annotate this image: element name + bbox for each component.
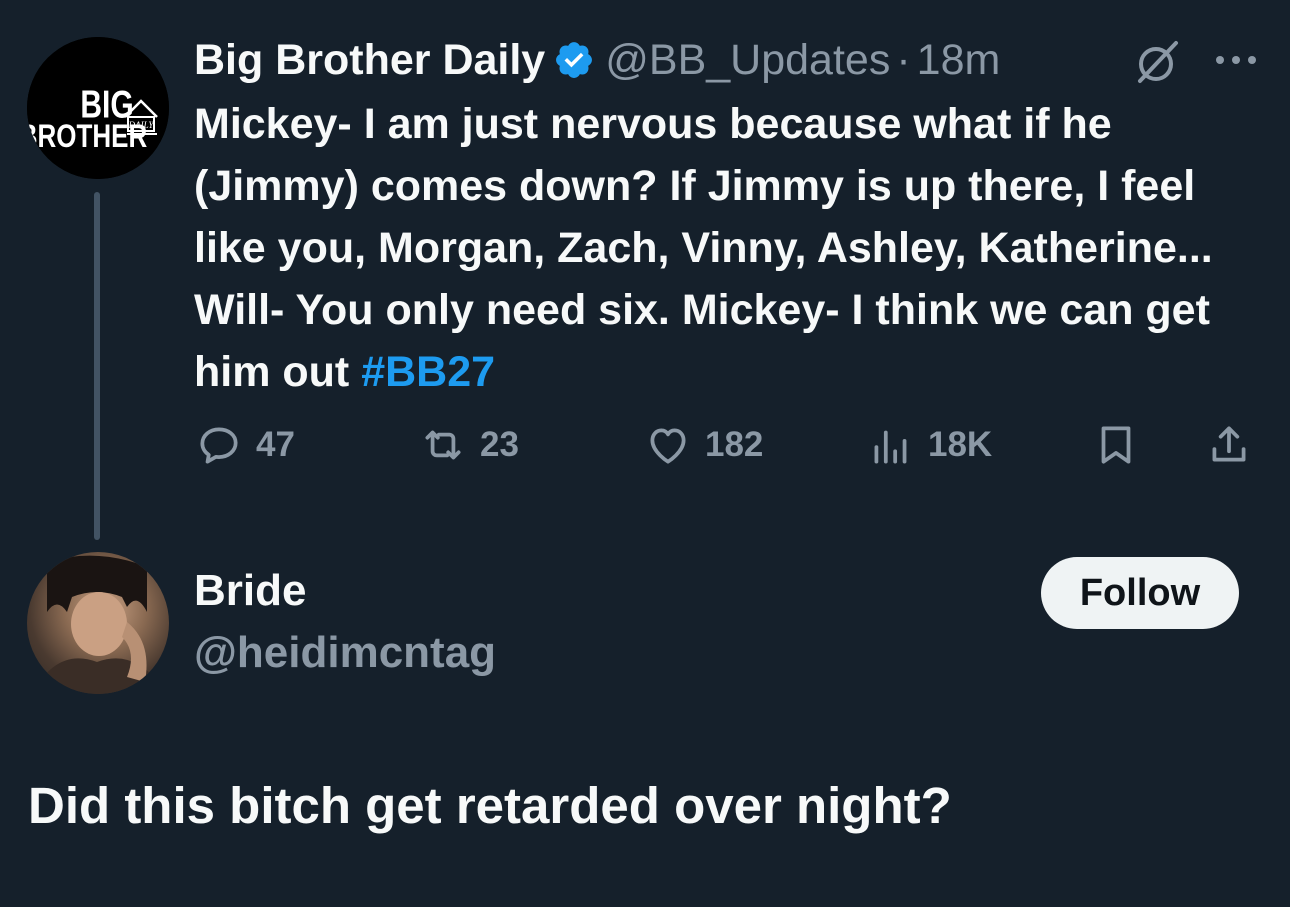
big-brother-logo: BIG BROTHER DAILY: [27, 37, 169, 179]
like-icon: [650, 428, 686, 464]
like-count: 182: [705, 425, 764, 464]
author-display-name[interactable]: Big Brother Daily: [194, 36, 545, 85]
bride-avatar[interactable]: [27, 552, 169, 694]
author-handle[interactable]: @BB_Updates: [605, 36, 890, 85]
verified-badge-icon: [556, 42, 593, 78]
reply-action[interactable]: 47: [194, 420, 295, 470]
bookmark-action[interactable]: [1091, 420, 1141, 470]
repost-count: 23: [480, 425, 519, 464]
profile-photo: [32, 555, 167, 694]
reply-count: 47: [256, 425, 295, 464]
repost-icon: [425, 430, 461, 460]
reply-author-handle[interactable]: @heidimcntag: [194, 628, 496, 678]
more-icon[interactable]: [1213, 52, 1259, 68]
tweet-timestamp[interactable]: 18m: [917, 36, 1001, 85]
grok-icon[interactable]: [1134, 38, 1182, 86]
follow-button[interactable]: Follow: [1041, 557, 1239, 629]
share-icon: [1212, 426, 1246, 462]
views-icon: [874, 430, 907, 464]
big-brother-daily-avatar[interactable]: BIG BROTHER DAILY: [27, 37, 169, 179]
reply-icon: [200, 427, 238, 464]
like-action[interactable]: 182: [643, 420, 763, 470]
tweet-body: Mickey- I am just nervous because what i…: [194, 93, 1264, 403]
repost-action[interactable]: 23: [418, 420, 519, 470]
reply-author-name[interactable]: Bride: [194, 566, 306, 616]
tweet-text: Mickey- I am just nervous because what i…: [194, 100, 1213, 396]
share-action[interactable]: [1204, 420, 1254, 470]
tweet-header: Big Brother Daily @BB_Updates · 18m: [194, 30, 1000, 90]
thread-connector-line: [94, 192, 100, 540]
reply-text: Did this bitch get retarded over night?: [28, 777, 952, 834]
svg-text:DAILY: DAILY: [128, 120, 155, 130]
views-action[interactable]: 18K: [866, 420, 992, 470]
bookmark-icon: [1101, 426, 1131, 464]
hashtag-link[interactable]: #BB27: [361, 348, 495, 396]
separator-dot: ·: [896, 35, 911, 84]
view-count: 18K: [928, 425, 993, 464]
